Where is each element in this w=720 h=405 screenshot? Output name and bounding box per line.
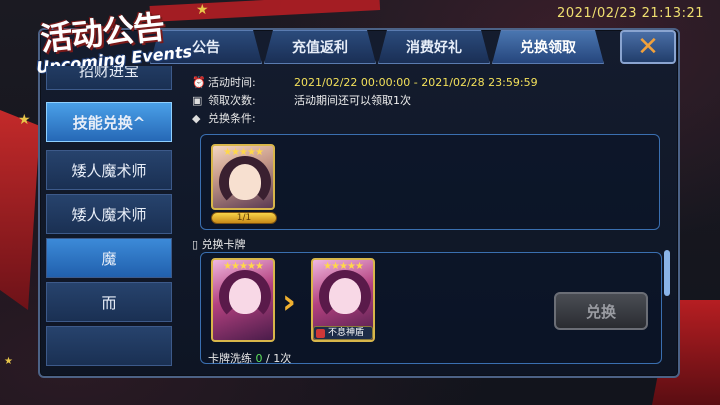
wash-label: 卡牌洗练 — [208, 352, 252, 365]
tab-exchange[interactable]: 兑换领取 — [492, 30, 604, 64]
sidebar-item[interactable]: 矮人魔术师 — [46, 150, 172, 190]
event-info: ⏰ 活动时间: 2021/02/22 00:00:00 - 2021/02/28 2… — [192, 74, 538, 128]
wash-total: / 1次 — [262, 352, 292, 365]
card-portrait — [329, 278, 361, 314]
exchange-button[interactable]: 兑换 — [554, 292, 648, 330]
card-portrait — [229, 278, 261, 314]
time-label: 活动时间: — [208, 76, 256, 89]
exchange-section-label: 兑换卡牌 — [201, 238, 246, 251]
skill-tag: 不息神盾 — [313, 326, 373, 340]
tab-bar: 公告 充值返利 消费好礼 兑换领取 — [150, 30, 604, 66]
sidebar-item-skill-exchange[interactable]: 技能兑换^ — [46, 102, 172, 142]
clock: 2021/02/23 21:13:21 — [557, 6, 704, 21]
condition-label: 兑换条件: — [208, 112, 256, 125]
tab-recharge-rebate[interactable]: 充值返利 — [264, 30, 376, 64]
count-value: 活动期间还可以领取1次 — [294, 94, 411, 107]
arrow-right-icon: › — [282, 282, 297, 322]
sidebar-item[interactable]: 招财进宝 — [46, 66, 172, 90]
sidebar-item[interactable]: 矮人魔术师 — [46, 194, 172, 234]
close-button[interactable]: ✕ — [620, 30, 676, 64]
sidebar-item[interactable] — [46, 326, 172, 366]
tab-spend-gift[interactable]: 消费好礼 — [378, 30, 490, 64]
sidebar: 招财进宝 技能兑换^ 矮人魔术师 矮人魔术师 魔 而 — [46, 66, 174, 372]
clock-icon: ⏰ — [192, 76, 206, 89]
close-icon: ✕ — [637, 32, 659, 62]
exchange-section: ▯ 兑换卡牌 — [192, 236, 246, 252]
condition-progress: 1/1 — [211, 212, 277, 224]
time-value: 2021/02/22 00:00:00 - 2021/02/28 23:59:5… — [294, 76, 538, 89]
sidebar-item[interactable]: 魔 — [46, 238, 172, 278]
condition-card[interactable]: ★★★★★ — [211, 144, 275, 210]
star-icon: ★ — [18, 112, 31, 128]
star-icon: ★ — [4, 356, 13, 367]
scrollbar[interactable] — [664, 250, 670, 296]
sidebar-item[interactable]: 而 — [46, 282, 172, 322]
card-icon: ▯ — [192, 238, 202, 251]
gift-icon: ▣ — [192, 94, 203, 107]
wash-current: 0 — [255, 352, 263, 365]
count-label: 领取次数: — [208, 94, 256, 107]
ribbon-decoration — [0, 110, 40, 310]
wash-count: 卡牌洗练 0 / 1次 — [208, 350, 291, 366]
card-portrait — [229, 164, 261, 200]
source-card[interactable]: ★★★★★ — [211, 258, 275, 342]
box-icon: ◆ — [192, 112, 201, 125]
